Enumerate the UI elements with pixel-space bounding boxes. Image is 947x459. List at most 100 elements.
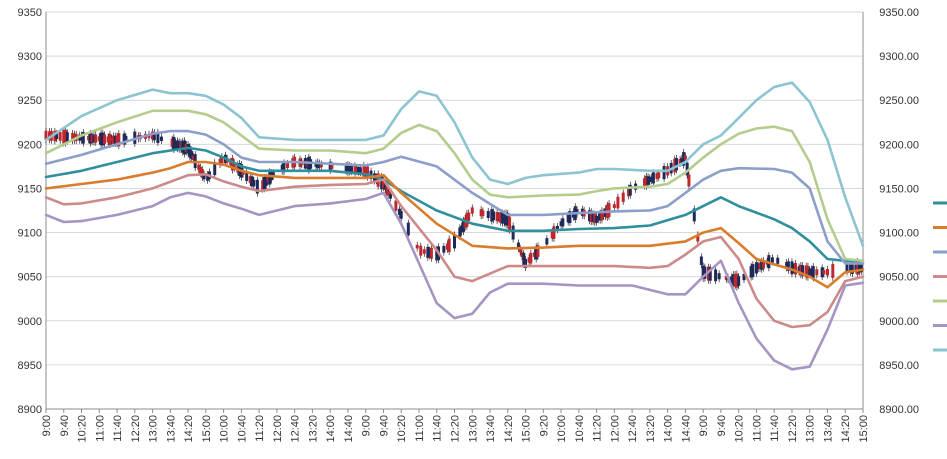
x-tick-label: 14:40 xyxy=(680,415,692,443)
price-bar xyxy=(389,194,393,199)
x-tick-label: 13:40 xyxy=(485,415,497,443)
y-tick-label-left: 9200 xyxy=(18,139,42,151)
x-tick-label: 13:40 xyxy=(822,415,834,443)
x-tick-label: 11:00 xyxy=(751,415,763,442)
price-bar xyxy=(419,245,423,256)
x-tick-label: 9:20 xyxy=(538,415,550,436)
chart: 8900 8950 9000 9050 9100 9150 9200 9250 9300 9350… xyxy=(0,0,947,454)
price-bar xyxy=(358,167,362,173)
x-tick-label: 9:40 xyxy=(716,415,728,436)
x-tick-label: 14:20 xyxy=(840,415,852,443)
x-tick-label: 14:20 xyxy=(183,415,195,443)
x-tick-label: 10:20 xyxy=(734,415,746,443)
price-bar xyxy=(770,257,774,263)
x-tick-label: 13:00 xyxy=(148,415,160,443)
price-bar xyxy=(612,204,616,208)
price-bar xyxy=(422,249,426,254)
series-line-lower-3 xyxy=(44,191,865,371)
price-bar xyxy=(621,192,625,202)
price-bar xyxy=(683,155,687,160)
y-tick-label-right: 8950.00 xyxy=(879,360,919,372)
x-tick-label: 12:00 xyxy=(272,415,284,443)
price-bar xyxy=(447,238,451,253)
axes xyxy=(45,12,864,413)
price-bar xyxy=(607,203,611,217)
x-tick-label: 13:40 xyxy=(165,415,177,443)
price-bar xyxy=(429,247,433,259)
price-bar xyxy=(687,174,691,187)
price-bar xyxy=(529,252,533,264)
x-tick-label: 10:40 xyxy=(574,415,586,443)
price-bar xyxy=(662,166,666,180)
x-tick-label: 13:20 xyxy=(307,415,319,443)
x-tick-label: 15:00 xyxy=(521,415,533,443)
x-tick-label: 11:20 xyxy=(592,415,604,442)
x-tick-label: 10:00 xyxy=(556,415,568,443)
x-tick-label: 12:20 xyxy=(130,415,142,443)
price-bar xyxy=(737,276,741,286)
price-bar xyxy=(815,269,819,276)
x-tick-label: 12:40 xyxy=(627,415,639,443)
price-bar xyxy=(406,222,410,236)
x-tick-label: 11:00 xyxy=(414,415,426,442)
price-bar xyxy=(717,273,721,280)
x-tick-label: 9:00 xyxy=(698,415,710,436)
price-bar xyxy=(442,245,446,253)
x-tick-label: 12:20 xyxy=(450,415,462,443)
x-tick-label: 13:20 xyxy=(645,415,657,443)
x-tick-label: 12:40 xyxy=(290,415,302,443)
price-bar xyxy=(508,216,512,231)
y-tick-label-right: 9000.00 xyxy=(879,316,919,328)
price-bar xyxy=(714,269,718,282)
y-tick-label-right: 9100.00 xyxy=(879,228,919,240)
y-tick-label-right: 9050.00 xyxy=(879,272,919,284)
y-tick-label-left: 8950 xyxy=(18,360,42,372)
x-tick-label: 13:00 xyxy=(805,415,817,443)
price-bar xyxy=(349,165,353,173)
price-bar xyxy=(751,264,755,277)
x-tick-label: 9:00 xyxy=(361,415,373,436)
x-tick-label: 14:00 xyxy=(663,415,675,443)
price-bar xyxy=(470,207,474,214)
x-tick-label: 9:40 xyxy=(378,415,390,436)
price-bar xyxy=(394,200,398,211)
price-bar xyxy=(822,270,826,275)
price-bar xyxy=(657,172,661,179)
x-tick-label: 12:20 xyxy=(787,415,799,443)
x-tick-label: 12:00 xyxy=(609,415,621,443)
y-tick-label-right: 9350.00 xyxy=(879,7,919,19)
y-tick-label-left: 9250 xyxy=(18,95,42,107)
y-tick-label-left: 9300 xyxy=(18,51,42,63)
series-line-upper-3 xyxy=(44,81,865,248)
price-bar xyxy=(831,264,835,278)
x-tick-label: 13:00 xyxy=(467,415,479,443)
price-bar xyxy=(252,179,256,187)
price-bar xyxy=(511,225,515,240)
price-bar xyxy=(58,132,62,141)
price-bar xyxy=(776,257,780,264)
price-bar xyxy=(65,132,69,142)
price-bar xyxy=(467,212,471,221)
x-tick-label: 11:40 xyxy=(769,415,781,442)
x-tick-label: 9:40 xyxy=(59,415,71,436)
price-bar xyxy=(103,134,107,144)
x-tick-label: 10:40 xyxy=(236,415,248,443)
y-tick-label-left: 9100 xyxy=(18,228,42,240)
price-bar xyxy=(651,172,655,184)
price-bar xyxy=(825,269,829,276)
price-bar xyxy=(545,238,549,245)
series-lines xyxy=(44,81,865,371)
legend xyxy=(933,201,947,352)
price-bar xyxy=(561,218,565,227)
price-bar xyxy=(486,210,490,218)
price-bar xyxy=(699,256,703,266)
x-tick-label: 15:00 xyxy=(201,415,213,443)
x-tick-label: 11:00 xyxy=(94,415,106,442)
price-bar xyxy=(811,266,815,279)
x-tick-label: 11:40 xyxy=(112,415,124,442)
price-bar xyxy=(94,134,98,143)
price-bar xyxy=(552,226,556,239)
price-bar xyxy=(415,244,419,249)
y-tick-label-right: 9150.00 xyxy=(879,183,919,195)
y-tick-label-right: 8900.00 xyxy=(879,404,919,416)
